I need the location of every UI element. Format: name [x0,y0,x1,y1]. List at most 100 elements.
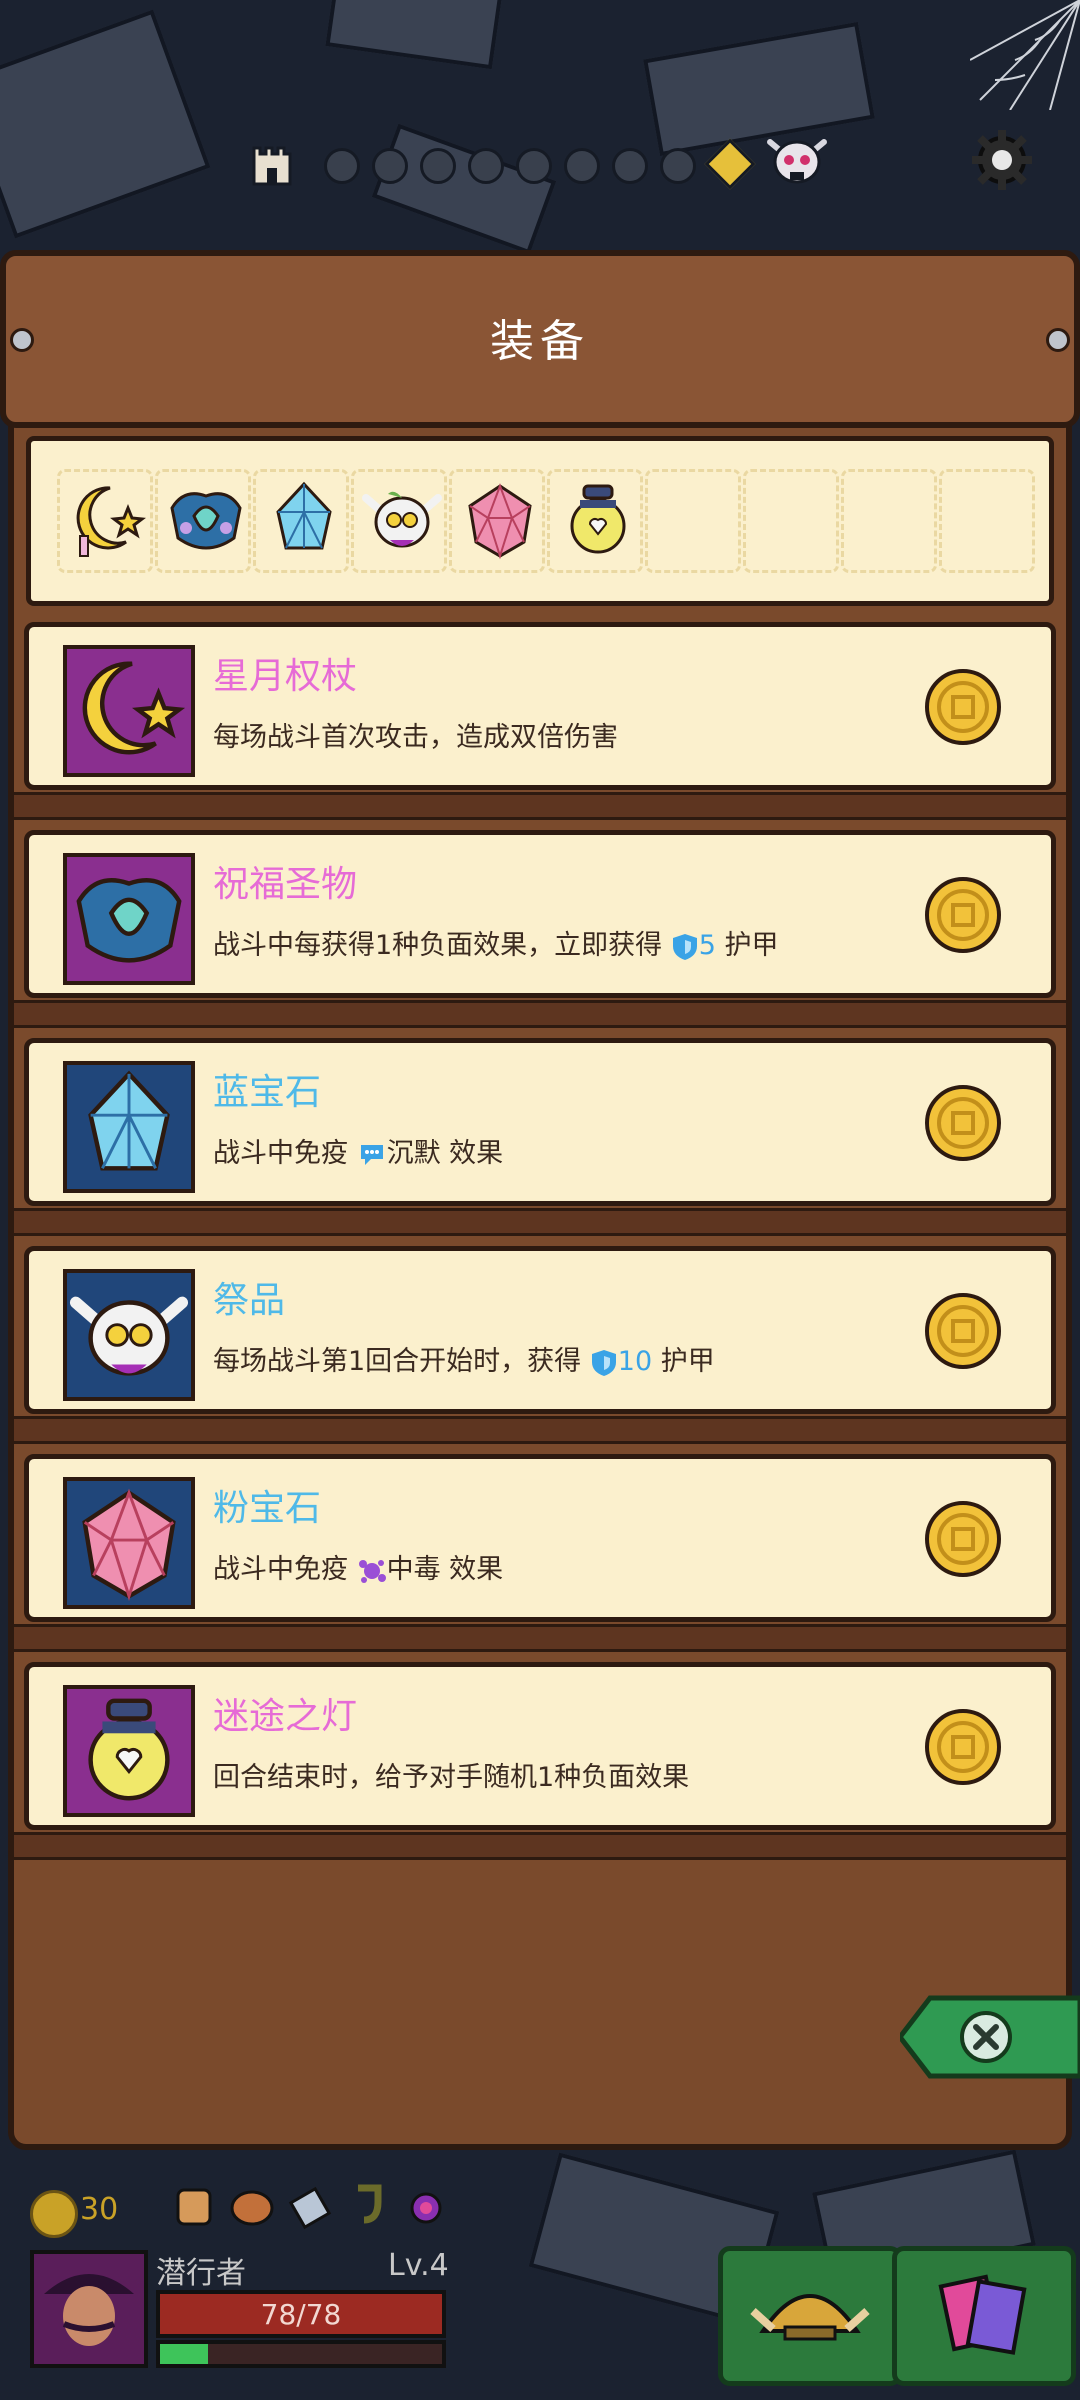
character-level: Lv.4 [388,2248,449,2283]
item-description: 战斗中免疫 中毒 效果 [213,1547,503,1586]
map-node [372,148,408,184]
scroll-relic-icon[interactable] [170,2180,218,2232]
deck-cards-button[interactable] [892,2246,1076,2386]
card-divider [14,1000,1066,1028]
inventory-slot[interactable] [57,469,153,573]
health-text: 78/78 [260,2298,342,2331]
item-icon-frame [63,1269,195,1401]
gold-coin-icon[interactable] [923,1083,1003,1163]
inventory-slot[interactable] [351,469,447,573]
inventory-slot-empty[interactable] [841,469,937,573]
map-node [660,148,696,184]
item-icon-frame [63,853,195,985]
close-button[interactable] [896,1988,1080,2086]
map-node [516,148,552,184]
castle-icon [250,134,294,186]
inventory-strip [26,436,1054,606]
desc-text: 护甲 [652,1346,715,1377]
card-divider [14,1208,1066,1236]
inventory-slot-empty[interactable] [939,469,1035,573]
gold-coin-icon[interactable] [923,1291,1003,1371]
item-name: 星月权杖 [213,656,358,697]
equipment-card[interactable]: 粉宝石 战斗中免疫 中毒 效果 [24,1454,1056,1622]
equipment-helmet-button[interactable] [718,2246,902,2386]
pink-gem-icon [82,1488,176,1602]
item-description: 战斗中免疫 沉默 效果 [213,1131,503,1170]
desc-text: 每场战斗第1回合开始时，获得 [213,1346,590,1377]
armor-value: 10 [617,1346,653,1377]
desc-text: 效果 [440,1138,504,1169]
map-node [564,148,600,184]
desc-text: 效果 [440,1554,504,1585]
item-description: 每场战斗第1回合开始时，获得 10 护甲 [213,1339,715,1378]
dark-orb-relic-icon[interactable] [402,2180,450,2232]
gold-coin-icon[interactable] [923,1707,1003,1787]
crescent-scepter-icon [66,478,150,562]
diamond-node-icon [704,138,756,190]
equipment-card[interactable]: 星月权杖 每场战斗首次攻击，造成双倍伤害 [24,622,1056,790]
lost-lantern-icon [556,478,640,562]
bread-relic-icon[interactable] [228,2180,276,2232]
sapphire-icon [88,1070,170,1171]
settings-gear-icon[interactable] [968,126,1036,194]
item-name: 蓝宝石 [213,1072,322,1113]
card-divider [14,1416,1066,1444]
gold-coin-icon[interactable] [923,1499,1003,1579]
map-progress [250,128,850,208]
card-divider [14,1832,1066,1860]
avatar[interactable] [30,2250,148,2368]
cards-icon [965,2279,1027,2355]
desc-text: 战斗中免疫 [213,1138,357,1169]
item-icon-frame [63,1685,195,1817]
silence-speech-icon [360,1144,383,1165]
inventory-slot[interactable] [547,469,643,573]
inventory-slot[interactable] [449,469,545,573]
item-name: 粉宝石 [213,1488,322,1529]
page-title: 装备 [490,316,590,367]
experience-bar [156,2340,446,2368]
armor-shield-icon [591,1349,616,1376]
blessed-relic-icon [76,878,182,963]
equipment-card[interactable]: 蓝宝石 战斗中免疫 沉默 效果 [24,1038,1056,1206]
experience-fill [160,2344,208,2364]
equipment-card[interactable]: 祝福圣物 战斗中每获得1种负面效果，立即获得 5 护甲 [24,830,1056,998]
equipment-card[interactable]: 祭品 每场战斗第1回合开始时，获得 10 护甲 [24,1246,1056,1414]
card-divider [14,792,1066,820]
armor-shield-icon [672,933,697,960]
lost-lantern-icon [88,1698,170,1801]
item-description: 回合结束时，给予对手随机1种负面效果 [213,1762,690,1793]
effect-name: 中毒 [386,1554,441,1585]
offering-skull-icon [360,478,444,562]
gold-coin-icon[interactable] [923,875,1003,955]
inventory-slot[interactable] [155,469,251,573]
background-shard [325,0,503,70]
effect-name: 沉默 [386,1138,441,1169]
bandage-relic-icon[interactable] [286,2180,334,2232]
gold-coin-icon [30,2190,78,2238]
background-shard [0,9,211,239]
player-hud: 30 潜行者 Lv.4 78/78 [0,2150,1080,2400]
health-bar: 78/78 [156,2290,446,2338]
blessed-relic-icon [164,478,248,562]
map-node [468,148,504,184]
boss-skull-icon [762,128,832,192]
spider-web-decoration [969,0,1080,111]
item-icon-frame [63,645,195,777]
gold-coin-icon[interactable] [923,667,1003,747]
map-node [612,148,648,184]
inventory-slot[interactable] [253,469,349,573]
offering-skull-icon [69,1296,189,1376]
item-name: 祭品 [213,1280,286,1321]
item-name: 祝福圣物 [213,864,358,905]
inventory-slot-empty[interactable] [645,469,741,573]
crescent-scepter-icon [82,661,186,755]
item-icon-frame [63,1477,195,1609]
item-icon-frame [63,1061,195,1193]
inventory-slot-empty[interactable] [743,469,839,573]
equipment-card[interactable]: 迷途之灯 回合结束时，给予对手随机1种负面效果 [24,1662,1056,1830]
hook-relic-icon[interactable] [344,2180,392,2232]
map-node [324,148,360,184]
character-name: 潜行者 [156,2256,246,2291]
armor-value: 5 [698,930,716,961]
pink-gem-icon [458,478,542,562]
